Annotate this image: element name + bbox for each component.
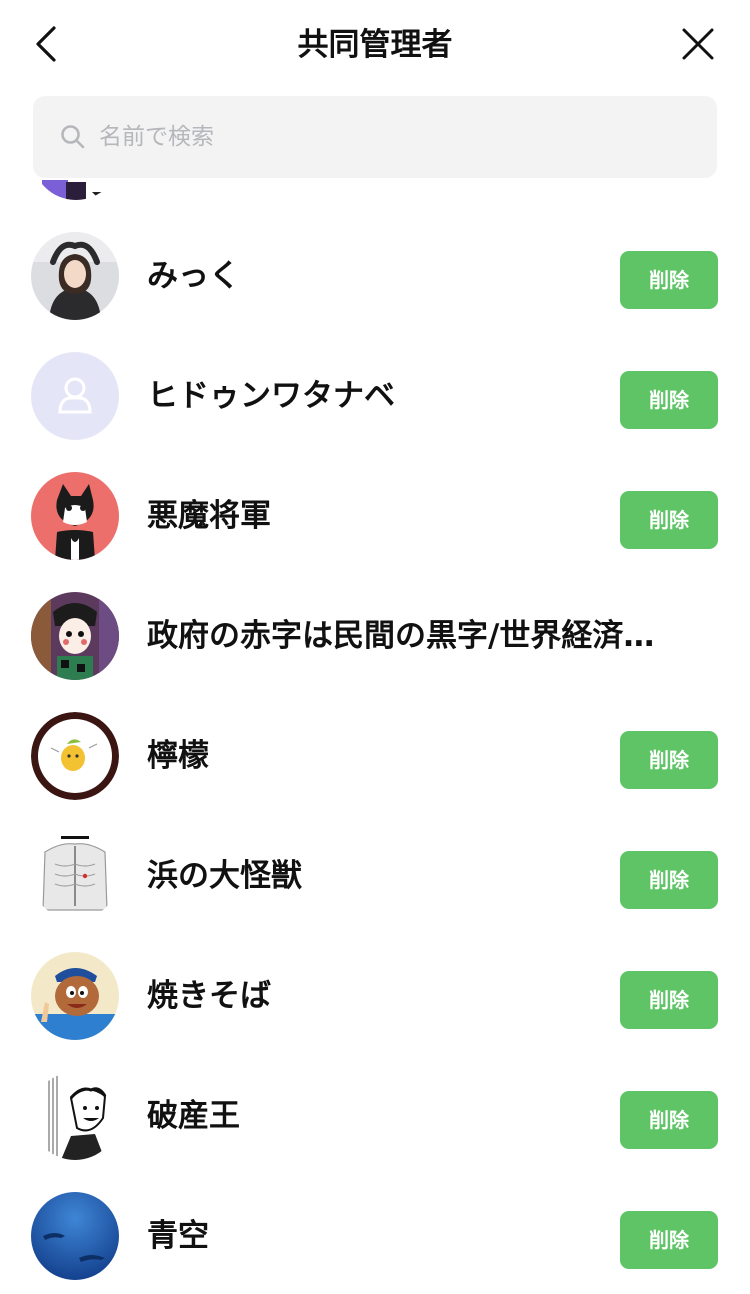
close-button[interactable]: [676, 22, 720, 66]
member-name: 浜の大怪獣: [147, 858, 302, 894]
page-title: 共同管理者: [297, 27, 453, 63]
list-item[interactable]: 悪魔将軍 削除: [0, 456, 750, 576]
header: 共同管理者: [0, 0, 750, 90]
member-name: 破産王: [147, 1098, 240, 1134]
delete-button[interactable]: 削除: [620, 1211, 718, 1269]
lemon-avatar: [31, 712, 119, 800]
delete-button[interactable]: 削除: [620, 1091, 718, 1149]
delete-button[interactable]: 削除: [620, 971, 718, 1029]
member-name: ヒドゥンワタナベ: [147, 378, 395, 414]
list-item[interactable]: 檸檬 削除: [0, 696, 750, 816]
list-item[interactable]: 青空 削除: [0, 1176, 750, 1294]
list-item[interactable]: 焼きそば 削除: [0, 936, 750, 1056]
member-name: 檸檬: [147, 738, 209, 774]
cat-avatar: [31, 472, 119, 560]
list-item[interactable]: ヒドゥンワタナベ 削除: [0, 336, 750, 456]
cartoon-avatar: [31, 952, 119, 1040]
delete-button[interactable]: 削除: [620, 371, 718, 429]
list-item[interactable]: 政府の赤字は民間の黒字/世界経済…: [0, 576, 750, 696]
delete-button[interactable]: 削除: [620, 731, 718, 789]
anatomy-avatar: [31, 832, 119, 920]
member-name: みっく: [147, 258, 240, 294]
delete-button[interactable]: 削除: [620, 251, 718, 309]
default-person-avatar: [31, 352, 119, 440]
delete-button[interactable]: 削除: [620, 851, 718, 909]
manga-avatar: [31, 1072, 119, 1160]
member-name: 焼きそば: [147, 978, 271, 1014]
search-icon: [61, 125, 85, 149]
search-input[interactable]: 名前で検索: [33, 96, 717, 178]
list-item[interactable]: 破産王 削除: [0, 1056, 750, 1176]
illustration-avatar: [31, 592, 119, 680]
member-name: 政府の赤字は民間の黒字/世界経済…: [147, 618, 655, 654]
search-placeholder: 名前で検索: [99, 124, 214, 150]
delete-button[interactable]: 削除: [620, 491, 718, 549]
close-icon: [682, 28, 714, 60]
ocean-avatar: [31, 1192, 119, 1280]
photo-avatar: [31, 232, 119, 320]
list-item[interactable]: 浜の大怪獣 削除: [0, 816, 750, 936]
list-item[interactable]: みっく 削除: [0, 216, 750, 336]
member-name: 青空: [147, 1218, 209, 1254]
member-list[interactable]: みっく 削除 ヒドゥンワタナベ 削除 悪魔将軍 削除 政府の赤字は民間の黒字/世…: [0, 180, 750, 1294]
partial-avatar: [32, 180, 120, 200]
member-name: 悪魔将軍: [147, 498, 271, 534]
